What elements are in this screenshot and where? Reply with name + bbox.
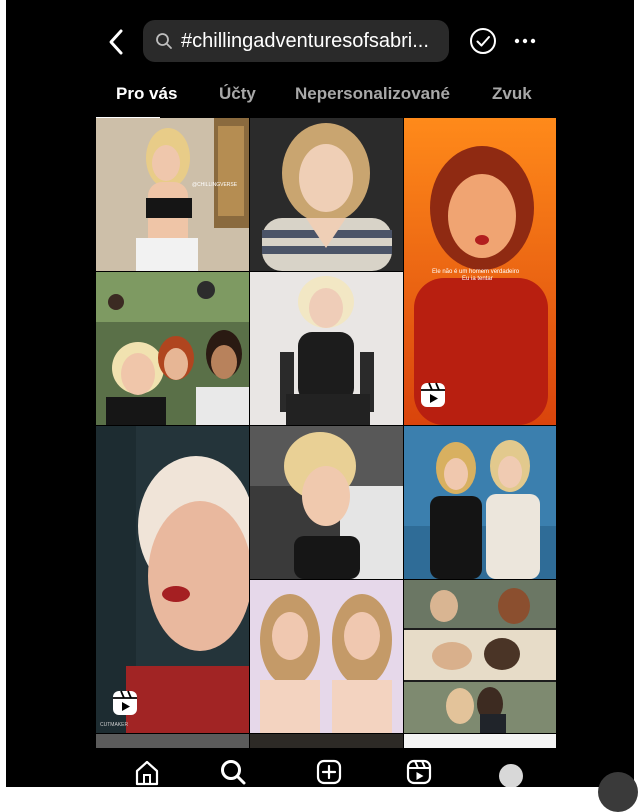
grid-tile-reel[interactable]: Ele não é um homem verdadeiro Eu ia tent… xyxy=(404,118,556,425)
search-input[interactable] xyxy=(181,29,443,53)
back-button[interactable] xyxy=(102,24,130,60)
nav-create-button[interactable] xyxy=(312,758,346,787)
grid-tile-photo[interactable] xyxy=(250,580,403,733)
profile-avatar xyxy=(499,764,523,787)
grid-tile-photo[interactable] xyxy=(250,426,403,579)
grid-tile-photo[interactable] xyxy=(404,734,556,748)
nav-home-button[interactable] xyxy=(130,758,164,787)
reel-caption: Eu ia tentar xyxy=(462,276,493,282)
bottom-navigation xyxy=(6,748,634,787)
search-tabs: Pro vás Účty Nepersonalizované Zvuk xyxy=(96,80,556,120)
grid-tile-reel[interactable]: CUTMAKER xyxy=(96,426,249,733)
results-grid: @CHILLINGVERSE Ele não é um homem verdad… xyxy=(96,118,556,748)
grid-tile-photo[interactable] xyxy=(96,272,249,425)
grid-tile-photo[interactable] xyxy=(404,426,556,579)
reel-icon xyxy=(421,382,445,407)
tab-ucty[interactable]: Účty xyxy=(219,84,256,104)
chevron-left-icon xyxy=(109,29,123,55)
grid-tile-photo[interactable] xyxy=(250,118,403,271)
tile-watermark: CUTMAKER xyxy=(100,722,128,728)
tab-zvuk[interactable]: Zvuk xyxy=(492,84,532,104)
grid-tile-photo[interactable]: @CHILLINGVERSE xyxy=(96,118,249,271)
reel-caption: Ele não é um homem verdadeiro xyxy=(432,269,520,275)
search-icon xyxy=(156,33,172,49)
search-bar[interactable] xyxy=(143,20,449,62)
nav-reels-button[interactable] xyxy=(402,758,436,787)
grid-tile-collage[interactable] xyxy=(404,580,556,733)
check-circle-icon xyxy=(470,28,496,54)
app-screen: Pro vás Účty Nepersonalizované Zvuk @CHI… xyxy=(6,0,634,787)
grid-tile-photo[interactable] xyxy=(250,734,403,748)
grid-tile-photo[interactable] xyxy=(96,734,249,748)
more-horizontal-icon xyxy=(514,38,536,44)
search-icon xyxy=(221,760,246,785)
reels-icon xyxy=(406,759,432,785)
reel-icon xyxy=(113,690,137,715)
top-bar xyxy=(6,16,634,68)
check-button[interactable] xyxy=(468,26,498,56)
tab-pro-vas[interactable]: Pro vás xyxy=(116,84,177,104)
create-icon xyxy=(316,759,342,785)
home-icon xyxy=(135,760,159,786)
floating-scroll-button[interactable] xyxy=(598,772,638,812)
nav-profile-button[interactable] xyxy=(494,758,528,787)
grid-tile-photo[interactable] xyxy=(250,272,403,425)
more-options-button[interactable] xyxy=(510,26,540,56)
tab-nepersonalizovane[interactable]: Nepersonalizované xyxy=(295,84,450,104)
nav-search-button[interactable] xyxy=(216,758,250,787)
tile-watermark: @CHILLINGVERSE xyxy=(192,182,238,188)
